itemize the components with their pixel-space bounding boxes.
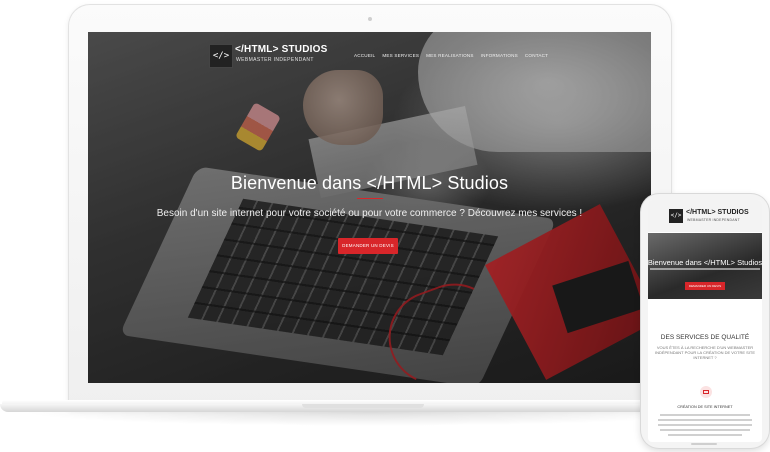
mobile-request-quote-button[interactable]: DEMANDER UN DEVIS <box>685 282 725 290</box>
hero-divider <box>357 198 383 199</box>
laptop-shadow <box>20 412 720 426</box>
request-quote-button[interactable]: DEMANDER UN DEVIS <box>338 238 398 254</box>
laptop-screen: </> </HTML> STUDIOS WEBMASTER INDEPENDAN… <box>88 32 651 383</box>
mobile-service-text-line <box>660 414 750 416</box>
mobile-tagline: WEBMASTER INDEPENDANT <box>687 218 740 222</box>
mobile-hero-subtitle-line <box>650 268 760 270</box>
nav-item-contact[interactable]: CONTACT <box>525 53 548 58</box>
mobile-section-subtitle: VOUS ÊTES À LA RECHERCHE D'UN WEBMASTER … <box>654 345 756 360</box>
laptop-notch <box>302 404 424 408</box>
site-nav: ACCUEIL MES SERVICES MES REALISATIONS IN… <box>354 53 548 58</box>
mobile-header: </> </HTML> STUDIOS WEBMASTER INDEPENDAN… <box>648 200 762 232</box>
mobile-hero-title: Bienvenue dans </HTML> Studios <box>648 258 762 267</box>
nav-item-informations[interactable]: INFORMATIONS <box>481 53 518 58</box>
phone-screen: </> </HTML> STUDIOS WEBMASTER INDEPENDAN… <box>648 200 762 442</box>
nav-item-mes-services[interactable]: MES SERVICES <box>382 53 419 58</box>
laptop-camera <box>368 17 372 21</box>
mobile-hero: Bienvenue dans </HTML> Studios DEMANDER … <box>648 233 762 299</box>
site-logo-icon[interactable]: </> <box>209 44 233 68</box>
site-tagline: WEBMASTER INDEPENDANT <box>236 57 314 63</box>
nav-item-accueil[interactable]: ACCUEIL <box>354 53 375 58</box>
mobile-section-title: DES SERVICES DE QUALITÉ <box>660 334 750 341</box>
nav-item-mes-realisations[interactable]: MES REALISATIONS <box>426 53 474 58</box>
mobile-service-text-line <box>668 434 742 436</box>
mobile-service-text-line <box>658 419 752 421</box>
phone-home-indicator <box>691 443 717 445</box>
computer-icon <box>700 386 712 398</box>
mobile-service-text-line <box>660 429 750 431</box>
mobile-service-title: CRÉATION DE SITE INTERNET <box>677 405 733 409</box>
hero-title: Bienvenue dans </HTML> Studios <box>230 173 509 193</box>
mobile-service-text-line <box>658 424 752 426</box>
site-brand[interactable]: </HTML> STUDIOS <box>235 44 327 55</box>
mobile-logo-icon[interactable]: </> <box>669 209 683 223</box>
hero-subtitle: Besoin d'un site internet pour votre soc… <box>156 208 583 219</box>
mobile-brand[interactable]: </HTML> STUDIOS <box>686 209 749 216</box>
